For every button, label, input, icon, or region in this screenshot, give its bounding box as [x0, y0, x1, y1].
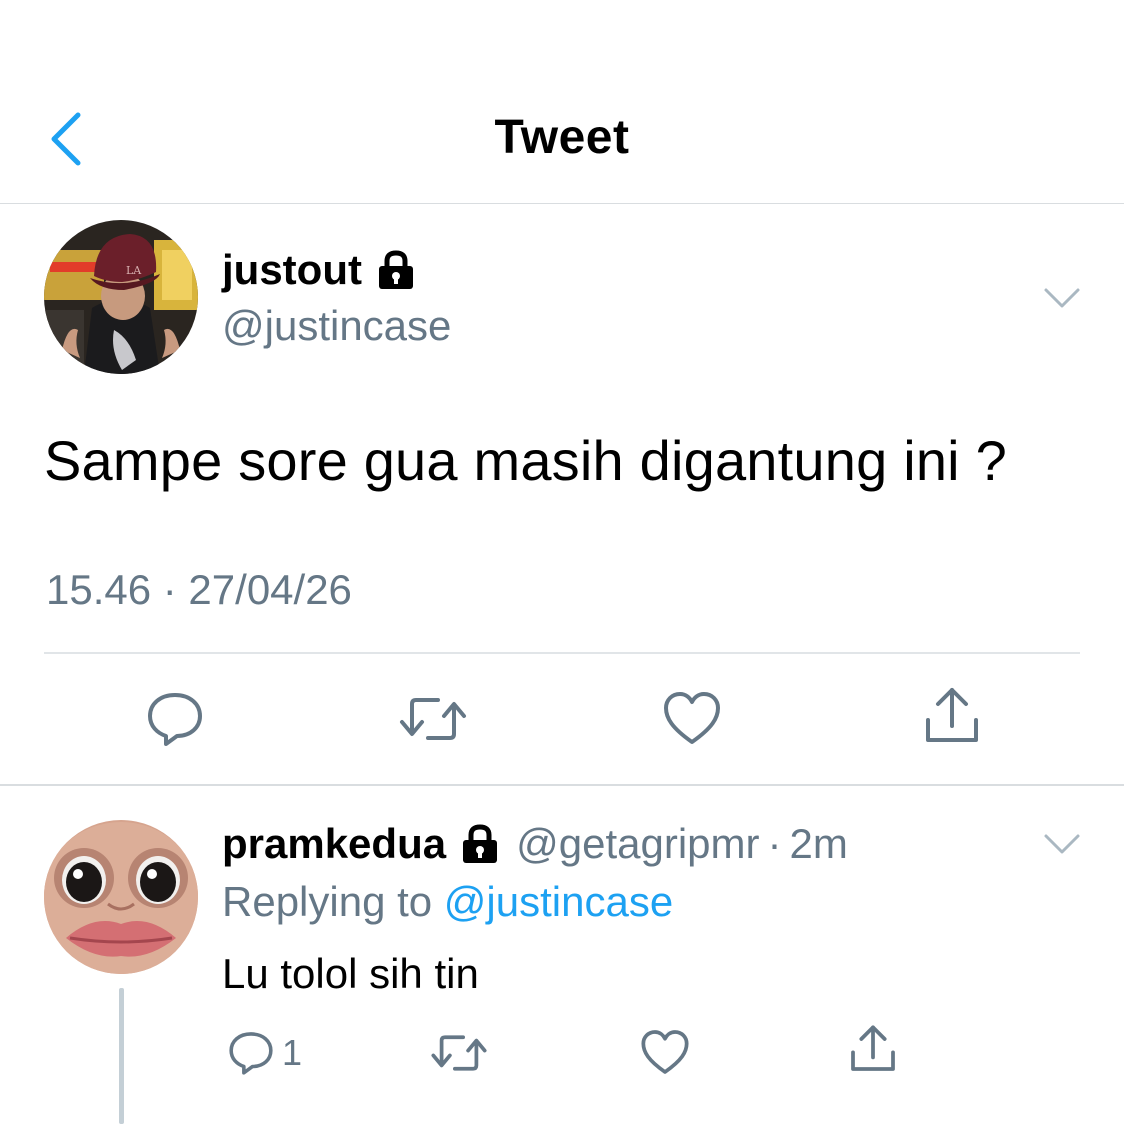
replying-to: Replying to @justincase: [222, 878, 673, 926]
share-icon: [926, 688, 978, 742]
page-title: Tweet: [494, 111, 630, 164]
author-name[interactable]: justout: [222, 246, 416, 294]
reply-handle[interactable]: @getagripmr: [516, 820, 759, 868]
reply-count: 1: [282, 1032, 303, 1073]
retweet-icon: [400, 698, 466, 740]
reply-avatar[interactable]: [44, 820, 198, 974]
author-handle[interactable]: @justincase: [222, 302, 451, 350]
reply-text: Lu tolol sih tin: [222, 950, 479, 997]
lock-icon: [460, 823, 500, 865]
comment-icon: [148, 693, 202, 746]
divider: [0, 784, 1124, 786]
chevron-down-icon: [1044, 834, 1080, 854]
reply-like-button[interactable]: [640, 1028, 690, 1076]
avatar[interactable]: LA: [44, 220, 198, 374]
retweet-icon: [431, 1035, 487, 1071]
thread-line: [119, 988, 124, 1124]
tweet-timestamp: 15.46 · 27/04/26: [46, 566, 352, 613]
retweet-button[interactable]: [398, 692, 468, 746]
comment-icon: [229, 1032, 273, 1075]
reply-share-button[interactable]: [848, 1024, 898, 1074]
divider: [44, 652, 1080, 654]
share-icon: [851, 1025, 895, 1071]
display-name: justout: [222, 246, 362, 293]
reply-display-name[interactable]: pramkedua: [222, 820, 446, 868]
chevron-down-icon: [1044, 288, 1080, 308]
like-button[interactable]: [662, 690, 722, 746]
lock-icon: [376, 249, 416, 291]
reply-button[interactable]: [146, 690, 204, 748]
reply-header: pramkedua @getagripmr · 2m: [222, 820, 848, 868]
reply-retweet-button[interactable]: [430, 1030, 488, 1076]
mention-link[interactable]: @justincase: [444, 878, 673, 925]
share-button[interactable]: [922, 686, 982, 746]
replying-label: Replying to: [222, 878, 433, 925]
svg-text:LA: LA: [126, 264, 142, 277]
reply-reply-button[interactable]: 1: [228, 1030, 302, 1076]
tweet-text: Sampe sore gua masih digantung ini ?: [44, 429, 1007, 492]
reply-more-options-button[interactable]: [1042, 830, 1082, 858]
top-nav-bar: Tweet: [0, 0, 1124, 204]
more-options-button[interactable]: [1042, 284, 1082, 312]
heart-icon: [664, 692, 720, 744]
separator-dot: ·: [767, 820, 782, 867]
heart-icon: [641, 1030, 689, 1074]
reply-time: 2m: [789, 820, 848, 867]
